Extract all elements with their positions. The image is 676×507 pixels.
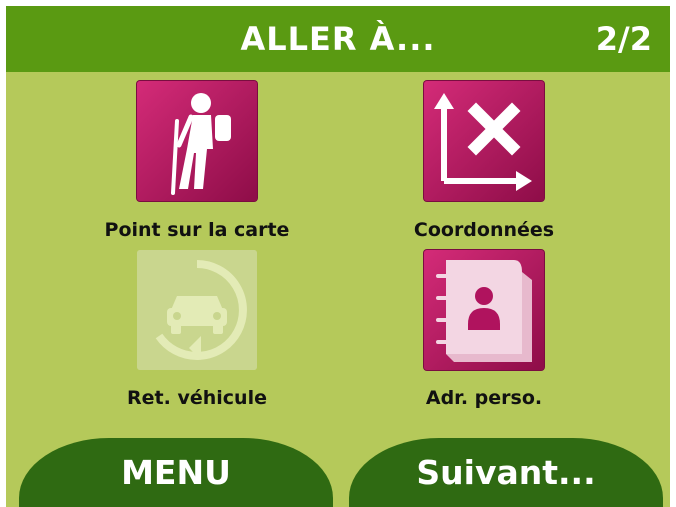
page-indicator: 2/2	[595, 20, 652, 58]
screen: ALLER À... 2/2 Point sur la carte Coordo…	[6, 6, 670, 507]
point-on-map-button[interactable]	[137, 81, 257, 201]
hiker-icon	[137, 81, 257, 201]
return-to-vehicle-button[interactable]	[137, 250, 257, 370]
page-title: ALLER À...	[240, 20, 436, 58]
contact-card-icon	[424, 250, 544, 370]
point-on-map-label: Point sur la carte	[104, 219, 290, 241]
return-to-vehicle-label: Ret. véhicule	[127, 387, 267, 409]
coordinates-button[interactable]	[424, 81, 544, 201]
coordinates-label: Coordonnées	[413, 219, 555, 241]
coordinates-icon	[424, 81, 544, 201]
menu-button-label: MENU	[121, 453, 231, 492]
next-button[interactable]: Suivant...	[349, 438, 663, 507]
personal-address-button[interactable]	[424, 250, 544, 370]
next-button-label: Suivant...	[416, 453, 596, 492]
menu-button[interactable]: MENU	[19, 438, 333, 507]
personal-address-label: Adr. perso.	[425, 387, 543, 409]
title-bar: ALLER À... 2/2	[6, 6, 670, 72]
car-return-icon	[137, 250, 257, 370]
